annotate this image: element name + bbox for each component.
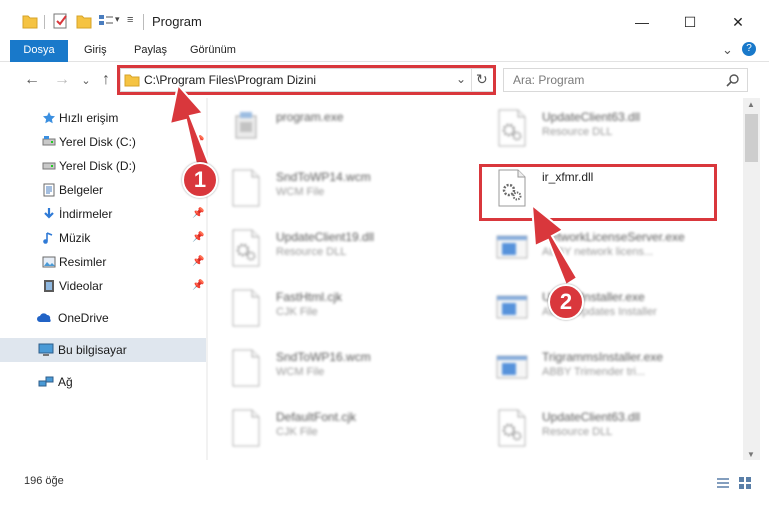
step-2-badge: 2: [548, 284, 584, 320]
arrow-1-icon: [168, 82, 211, 170]
arrow-2-icon: [530, 202, 579, 287]
annotation-arrows: [168, 82, 579, 287]
step-1-badge: 1: [182, 162, 218, 198]
